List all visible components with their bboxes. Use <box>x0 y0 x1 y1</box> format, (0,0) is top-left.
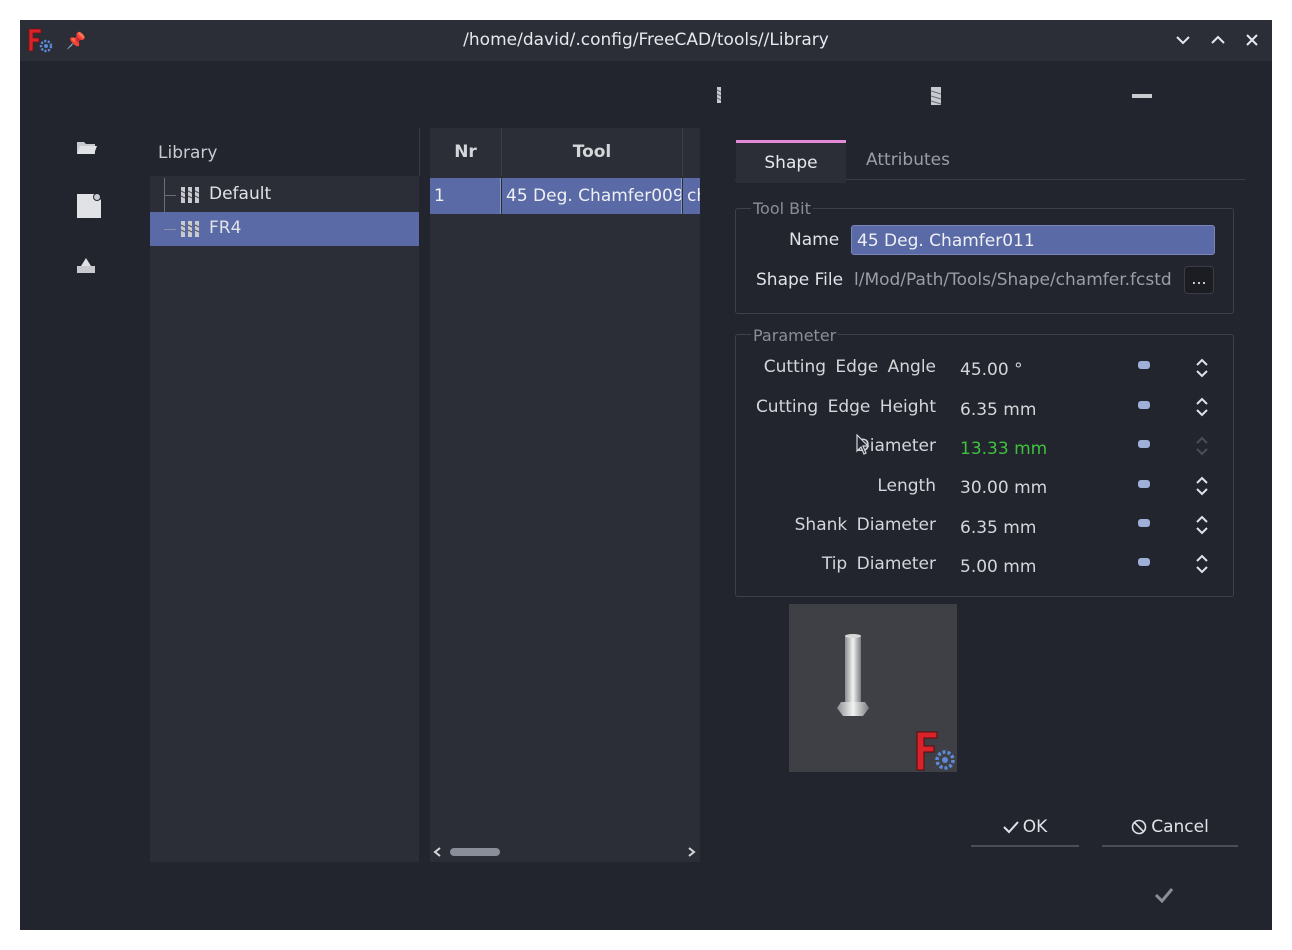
freecad-logo-icon <box>916 731 955 771</box>
chevron-up-icon <box>1211 35 1225 44</box>
toolbit-group <box>735 208 1234 314</box>
name-input[interactable]: 45 Deg. Chamfer011 <box>851 225 1215 255</box>
param-value-length[interactable]: 30.00 mm <box>960 478 1047 498</box>
cancel-icon <box>1131 819 1147 835</box>
tool-table: Nr Tool 1 45 Deg. Chamfer009 ch <box>430 128 700 862</box>
table-cell-nr[interactable]: 1 <box>430 178 501 214</box>
checkmark-icon <box>1003 821 1019 834</box>
shape-file-label: Shape File <box>756 270 844 290</box>
expression-icon[interactable] <box>1138 519 1150 527</box>
param-value-diameter[interactable]: 13.33 mm <box>960 439 1047 459</box>
ok-button[interactable]: OK <box>971 811 1079 847</box>
endmill-small-icon[interactable] <box>714 86 724 104</box>
param-label-tip-diameter: Tip Diameter <box>821 554 936 574</box>
chevron-right-icon[interactable] <box>685 846 697 858</box>
tab-shape[interactable]: Shape <box>736 140 846 183</box>
expression-icon[interactable] <box>1138 558 1150 566</box>
param-label-length: Length <box>877 476 936 496</box>
window-title: /home/david/.config/FreeCAD/tools//Libra… <box>463 30 829 50</box>
column-header-extra[interactable] <box>683 128 700 176</box>
param-label-diameter: Diameter <box>856 436 936 456</box>
library-header: Library <box>150 128 420 176</box>
cancel-button-label: Cancel <box>1151 817 1209 837</box>
maximize-button[interactable] <box>1208 30 1228 50</box>
endmill-icon <box>180 187 200 203</box>
spin-updown-icon[interactable] <box>1194 395 1210 419</box>
close-button[interactable] <box>1242 30 1262 50</box>
table-cell-tool[interactable]: 45 Deg. Chamfer009 <box>502 178 682 214</box>
apply-checkmark-icon[interactable] <box>1154 887 1174 903</box>
horizontal-scrollbar[interactable] <box>430 842 700 862</box>
param-label-cutting-edge-angle: Cutting Edge Angle <box>763 357 936 377</box>
expression-icon[interactable] <box>1138 480 1150 488</box>
spin-updown-icon[interactable] <box>1194 513 1210 537</box>
shape-file-path: l/Mod/Path/Tools/Shape/chamfer.fcstd <box>854 270 1172 290</box>
expression-icon[interactable] <box>1138 401 1150 409</box>
cancel-button[interactable]: Cancel <box>1102 811 1238 847</box>
mouse-cursor-icon <box>856 434 870 455</box>
library-item-label: Default <box>209 184 272 204</box>
param-label-cutting-edge-height: Cutting Edge Height <box>755 397 936 417</box>
name-label: Name <box>789 230 840 250</box>
library-header-label: Library <box>158 143 218 163</box>
open-folder-icon[interactable] <box>75 136 97 158</box>
library-item-label: FR4 <box>209 218 242 238</box>
scrollbar-thumb[interactable] <box>450 848 500 856</box>
new-document-icon[interactable] <box>75 192 103 220</box>
param-value-shank-diameter[interactable]: 6.35 mm <box>960 518 1036 538</box>
library-item-fr4[interactable]: FR4 <box>150 212 419 246</box>
library-item-default[interactable]: Default <box>150 178 419 212</box>
save-icon[interactable] <box>75 254 97 276</box>
endmill-large-icon[interactable] <box>928 86 944 106</box>
minimize-button[interactable] <box>1173 30 1193 50</box>
close-icon <box>1246 34 1258 46</box>
param-value-tip-diameter[interactable]: 5.00 mm <box>960 557 1036 577</box>
name-input-value: 45 Deg. Chamfer011 <box>857 231 1035 251</box>
browse-shape-button[interactable]: ... <box>1184 266 1214 294</box>
spin-updown-icon[interactable] <box>1194 552 1210 576</box>
column-header-tool[interactable]: Tool <box>502 128 683 176</box>
spin-updown-icon[interactable] <box>1194 434 1210 458</box>
expression-icon[interactable] <box>1138 440 1150 448</box>
param-label-shank-diameter: Shank Diameter <box>794 515 936 535</box>
ok-button-label: OK <box>1022 817 1048 837</box>
spin-updown-icon[interactable] <box>1194 356 1210 380</box>
library-panel: Library Default FR4 <box>150 128 420 862</box>
title-bar: 📌 /home/david/.config/FreeCAD/tools//Lib… <box>20 20 1272 61</box>
chevron-left-icon[interactable] <box>432 846 444 858</box>
table-cell-extra[interactable]: ch <box>683 178 700 214</box>
dialog-window: 📌 /home/david/.config/FreeCAD/tools//Lib… <box>20 20 1272 930</box>
parameter-group-title: Parameter <box>751 326 839 345</box>
tab-attributes[interactable]: Attributes <box>848 140 968 180</box>
minus-icon[interactable] <box>1132 94 1152 98</box>
toolbit-group-title: Tool Bit <box>751 199 813 218</box>
param-value-cutting-edge-angle[interactable]: 45.00 ° <box>960 360 1023 380</box>
param-value-cutting-edge-height[interactable]: 6.35 mm <box>960 400 1036 420</box>
chevron-down-icon <box>1176 36 1190 45</box>
expression-icon[interactable] <box>1138 361 1150 369</box>
tool-shape-preview <box>789 604 957 772</box>
endmill-icon <box>180 221 200 237</box>
spin-updown-icon[interactable] <box>1194 474 1210 498</box>
column-header-nr[interactable]: Nr <box>430 128 502 176</box>
